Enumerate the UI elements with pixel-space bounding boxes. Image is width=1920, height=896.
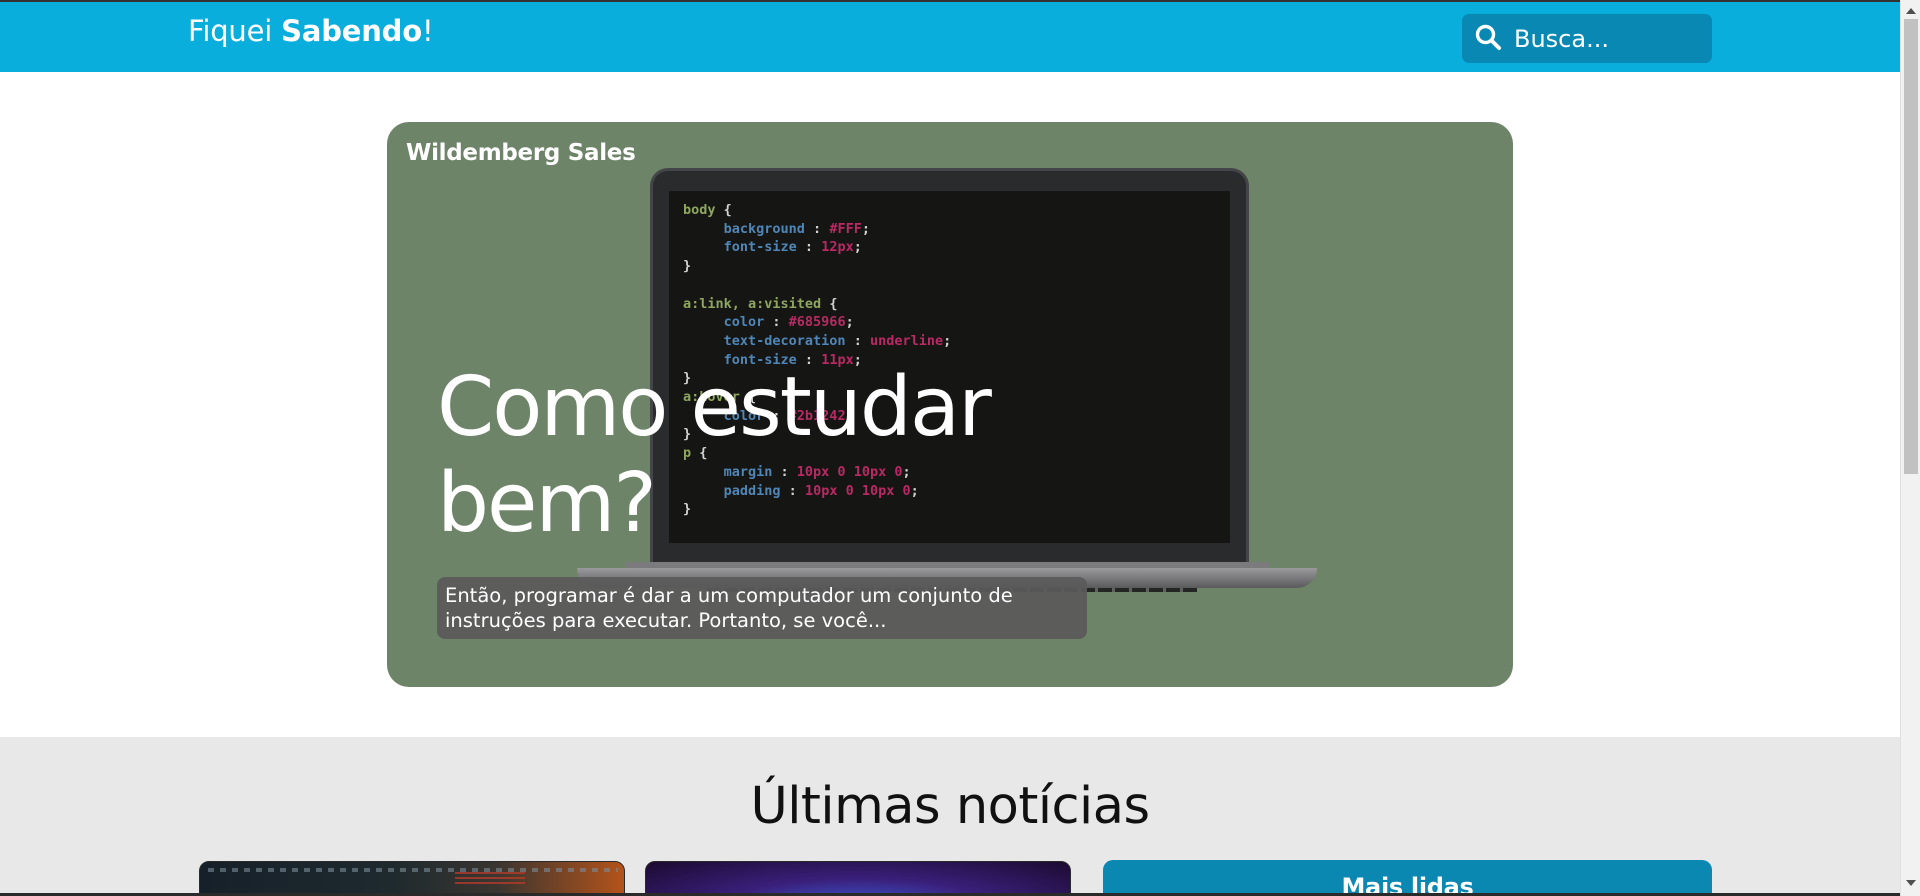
site-logo[interactable]: Fiquei Sabendo! — [188, 14, 434, 48]
news-thumbnail — [208, 868, 618, 872]
section-title: Últimas notícias — [750, 777, 1150, 836]
code-line: background : #FFF; — [683, 220, 870, 237]
scroll-down-arrow-icon[interactable] — [1906, 880, 1916, 886]
code-line: color : #685966; — [683, 314, 854, 331]
news-card[interactable] — [199, 861, 625, 896]
article-title[interactable]: Como estudar bem? — [437, 360, 1077, 552]
vertical-scrollbar[interactable] — [1900, 0, 1920, 896]
article-author: Wildemberg Sales — [406, 140, 636, 166]
search-icon[interactable] — [1474, 23, 1502, 55]
site-header: Fiquei Sabendo! — [0, 0, 1900, 72]
code-line: } — [683, 258, 692, 275]
code-line: text-decoration : underline; — [683, 332, 952, 349]
code-line: body { — [683, 202, 732, 218]
code-line: font-size : 12px; — [683, 239, 862, 256]
logo-text-suffix: ! — [421, 14, 434, 48]
news-card[interactable] — [645, 861, 1071, 896]
search-input[interactable] — [1514, 24, 1704, 53]
news-thumbnail-detail — [455, 872, 525, 886]
logo-text-regular: Fiquei — [188, 14, 282, 48]
featured-article-card[interactable]: body { background : #FFF; font-size : 12… — [387, 122, 1513, 687]
logo-text-bold: Sabendo — [281, 14, 422, 48]
article-excerpt: Então, programar é dar a um computador u… — [437, 577, 1087, 639]
code-line: a:link, a:visited { — [683, 295, 838, 312]
scrollbar-thumb[interactable] — [1904, 19, 1918, 474]
search-box[interactable] — [1462, 14, 1712, 63]
most-read-panel: Mais lidas — [1103, 860, 1712, 896]
scroll-up-arrow-icon[interactable] — [1906, 8, 1916, 14]
code-spacer — [683, 276, 1216, 295]
latest-news-section: Últimas notícias Mais lidas — [0, 737, 1900, 896]
